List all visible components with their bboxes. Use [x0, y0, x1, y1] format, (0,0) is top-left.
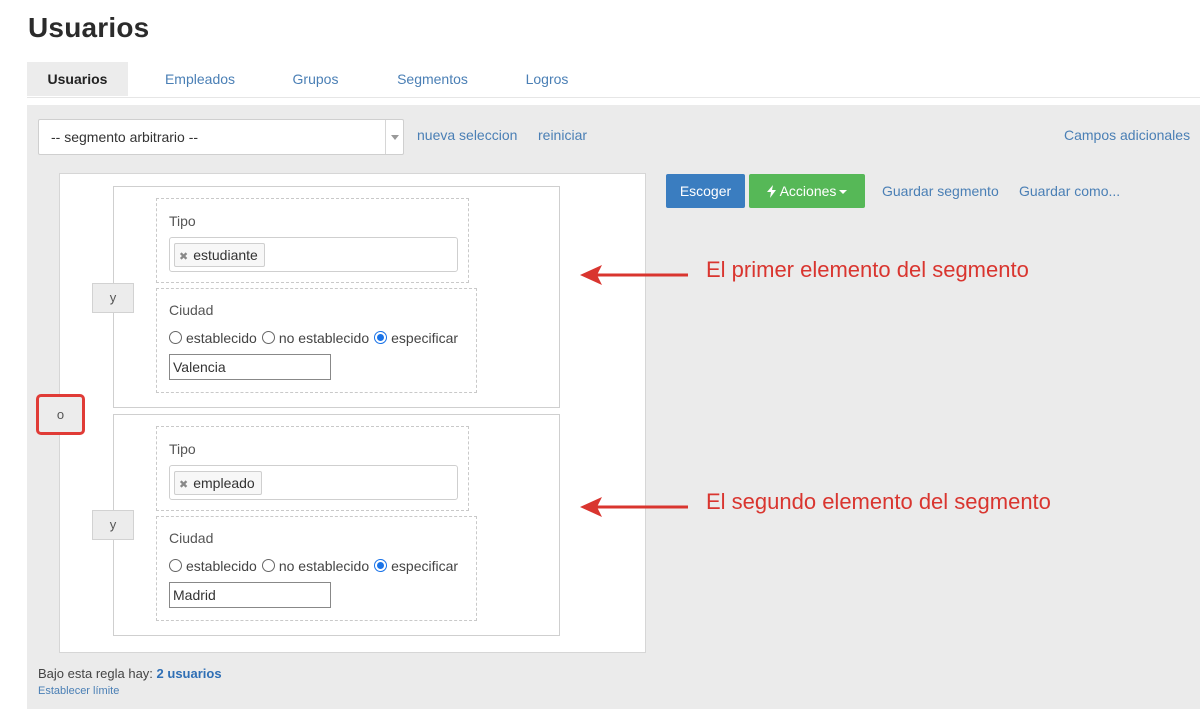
arrow-left-icon: [580, 265, 688, 285]
annotation-second-element: El segundo elemento del segmento: [706, 489, 1051, 514]
result-count: 2 usuarios: [156, 666, 222, 681]
condition-city-2: Ciudad establecido no establecido especifi…: [156, 516, 477, 621]
radio-established[interactable]: [169, 559, 182, 572]
segment-group-2: Tipo ✖ empleado Ciudad establecido no esta…: [113, 414, 560, 636]
tab-bar: Usuarios Empleados Grupos Segmentos Logr…: [27, 62, 1200, 98]
save-as-link[interactable]: Guardar como...: [1019, 183, 1120, 199]
condition-type-2: Tipo ✖ empleado: [156, 426, 469, 511]
annotation-first-element: El primer elemento del segmento: [706, 257, 1029, 282]
city-input[interactable]: Valencia: [169, 354, 331, 380]
page-title: Usuarios: [28, 12, 150, 43]
result-summary: Bajo esta regla hay: 2 usuarios: [38, 666, 222, 681]
tab-grupos[interactable]: Grupos: [277, 62, 354, 96]
segment-select-value: -- segmento arbitrario --: [51, 129, 199, 145]
tab-logros[interactable]: Logros: [515, 62, 579, 96]
reset-link[interactable]: reiniciar: [538, 127, 587, 143]
type-tag: ✖ estudiante: [174, 243, 265, 267]
radio-specify[interactable]: [374, 559, 388, 572]
tab-segmentos[interactable]: Segmentos: [386, 62, 479, 96]
actions-button[interactable]: Acciones: [749, 174, 865, 208]
type-tag-input[interactable]: ✖ estudiante: [169, 237, 458, 272]
or-operator[interactable]: o: [36, 394, 85, 435]
chevron-down-icon[interactable]: [385, 120, 403, 154]
tab-empleados[interactable]: Empleados: [149, 62, 251, 96]
actions-button-label: Acciones: [779, 183, 837, 199]
condition-label: Tipo: [169, 441, 196, 457]
radio-not-established[interactable]: [261, 331, 275, 344]
condition-label: Ciudad: [169, 530, 214, 546]
city-radio-group: establecido no establecido especificar: [169, 330, 463, 346]
and-operator-1[interactable]: y: [92, 283, 134, 313]
condition-label: Ciudad: [169, 302, 214, 318]
extra-fields-link[interactable]: Campos adicionales: [1064, 127, 1190, 143]
save-segment-link[interactable]: Guardar segmento: [882, 183, 999, 199]
caret-down-icon: [839, 190, 848, 194]
radio-established[interactable]: [169, 331, 182, 344]
remove-tag-icon[interactable]: ✖: [179, 479, 188, 491]
new-selection-link[interactable]: nueva seleccion: [417, 127, 517, 143]
tab-usuarios[interactable]: Usuarios: [27, 62, 128, 96]
rule-builder: Tipo ✖ estudiante Ciudad establecido no es…: [59, 173, 646, 653]
radio-not-established[interactable]: [261, 559, 275, 572]
bolt-icon: [766, 185, 776, 198]
segment-select[interactable]: -- segmento arbitrario --: [38, 119, 404, 155]
condition-label: Tipo: [169, 213, 196, 229]
segment-panel: -- segmento arbitrario -- nueva seleccio…: [27, 105, 1200, 709]
type-tag-input[interactable]: ✖ empleado: [169, 465, 458, 500]
set-limit-link[interactable]: Establecer límite: [38, 685, 119, 697]
remove-tag-icon[interactable]: ✖: [179, 251, 188, 263]
city-radio-group: establecido no establecido especificar: [169, 558, 463, 574]
segment-group-1: Tipo ✖ estudiante Ciudad establecido no es…: [113, 186, 560, 408]
arrow-left-icon: [580, 497, 688, 517]
choose-button[interactable]: Escoger: [666, 174, 745, 208]
condition-type-1: Tipo ✖ estudiante: [156, 198, 469, 283]
type-tag: ✖ empleado: [174, 471, 262, 495]
and-operator-2[interactable]: y: [92, 510, 134, 540]
radio-specify[interactable]: [374, 331, 388, 344]
city-input[interactable]: Madrid: [169, 582, 331, 608]
condition-city-1: Ciudad establecido no establecido especifi…: [156, 288, 477, 393]
